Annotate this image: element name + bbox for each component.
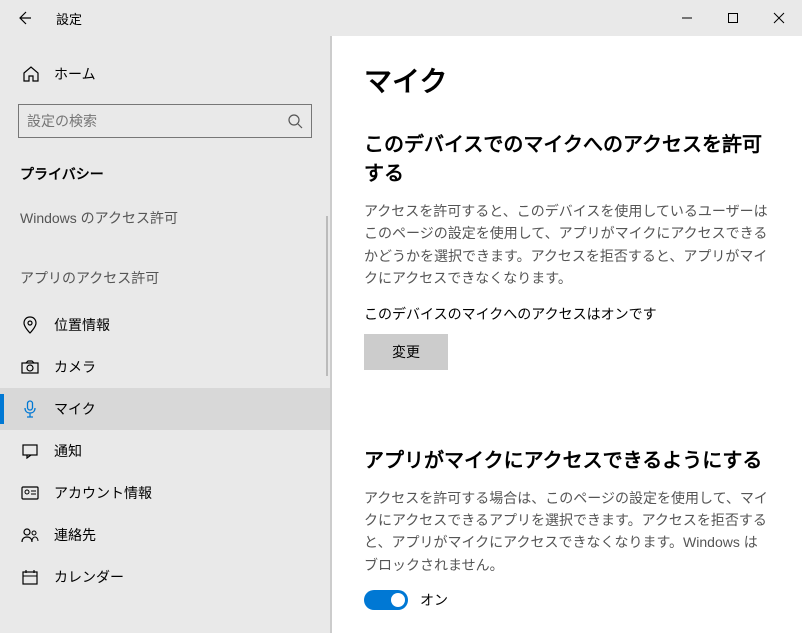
sidebar-item-label: アカウント情報 bbox=[54, 483, 152, 503]
nav-home-label: ホーム bbox=[54, 64, 96, 84]
main-content: マイク このデバイスでのマイクへのアクセスを許可する アクセスを許可すると、この… bbox=[330, 36, 802, 633]
sidebar-scrollbar[interactable] bbox=[326, 216, 328, 376]
sidebar-item-label: マイク bbox=[54, 399, 96, 419]
sidebar-item-label: カレンダー bbox=[54, 567, 124, 587]
sidebar-item-label: 通知 bbox=[54, 441, 82, 461]
home-icon bbox=[22, 65, 42, 83]
contacts-icon bbox=[20, 527, 40, 543]
sidebar-item-label: カメラ bbox=[54, 357, 96, 377]
arrow-left-icon bbox=[16, 10, 32, 26]
device-access-status: このデバイスのマイクへのアクセスはオンです bbox=[364, 304, 770, 324]
sidebar-item-notifications[interactable]: 通知 bbox=[0, 430, 330, 472]
sidebar-item-microphone[interactable]: マイク bbox=[0, 388, 330, 430]
close-button[interactable] bbox=[756, 0, 802, 36]
sidebar-item-location[interactable]: 位置情報 bbox=[0, 304, 330, 346]
section-description: アクセスを許可する場合は、このページの設定を使用して、マイクにアクセスできるアプ… bbox=[364, 487, 770, 577]
sidebar: ホーム プライバシー Windows のアクセス許可 アプリのアクセス許可 位置… bbox=[0, 36, 330, 633]
sidebar-item-label: 連絡先 bbox=[54, 525, 96, 545]
calendar-icon bbox=[20, 569, 40, 585]
minimize-icon bbox=[681, 12, 693, 24]
notification-icon bbox=[20, 443, 40, 459]
location-icon bbox=[20, 316, 40, 334]
section-heading: アプリがマイクにアクセスできるようにする bbox=[364, 444, 770, 473]
page-title: マイク bbox=[364, 60, 770, 100]
maximize-icon bbox=[727, 12, 739, 24]
app-access-toggle-row: オン bbox=[364, 590, 770, 610]
sidebar-group-apps: アプリのアクセス許可 bbox=[0, 244, 330, 304]
search-icon bbox=[287, 113, 303, 129]
sidebar-group-windows: Windows のアクセス許可 bbox=[0, 198, 330, 244]
sidebar-item-calendar[interactable]: カレンダー bbox=[0, 556, 330, 598]
search-input[interactable] bbox=[27, 113, 287, 129]
sidebar-item-camera[interactable]: カメラ bbox=[0, 346, 330, 388]
titlebar: 設定 bbox=[0, 0, 802, 36]
microphone-icon bbox=[20, 400, 40, 418]
change-button[interactable]: 変更 bbox=[364, 334, 448, 370]
sidebar-item-contacts[interactable]: 連絡先 bbox=[0, 514, 330, 556]
maximize-button[interactable] bbox=[710, 0, 756, 36]
window-title: 設定 bbox=[56, 9, 82, 28]
section-description: アクセスを許可すると、このデバイスを使用しているユーザーはこのページの設定を使用… bbox=[364, 200, 770, 290]
minimize-button[interactable] bbox=[664, 0, 710, 36]
sidebar-item-account-info[interactable]: アカウント情報 bbox=[0, 472, 330, 514]
nav-home[interactable]: ホーム bbox=[0, 54, 330, 94]
sidebar-item-label: 位置情報 bbox=[54, 315, 110, 335]
window-controls bbox=[664, 0, 802, 36]
back-button[interactable] bbox=[0, 0, 48, 36]
section-app-access: アプリがマイクにアクセスできるようにする アクセスを許可する場合は、このページの… bbox=[364, 444, 770, 611]
account-icon bbox=[20, 486, 40, 500]
section-device-access: このデバイスでのマイクへのアクセスを許可する アクセスを許可すると、このデバイス… bbox=[364, 128, 770, 410]
camera-icon bbox=[20, 360, 40, 374]
app-access-toggle[interactable] bbox=[364, 590, 408, 610]
sidebar-category: プライバシー bbox=[0, 156, 330, 198]
close-icon bbox=[773, 12, 785, 24]
toggle-label: オン bbox=[420, 590, 448, 610]
search-box[interactable] bbox=[18, 104, 312, 138]
section-heading: このデバイスでのマイクへのアクセスを許可する bbox=[364, 128, 770, 186]
